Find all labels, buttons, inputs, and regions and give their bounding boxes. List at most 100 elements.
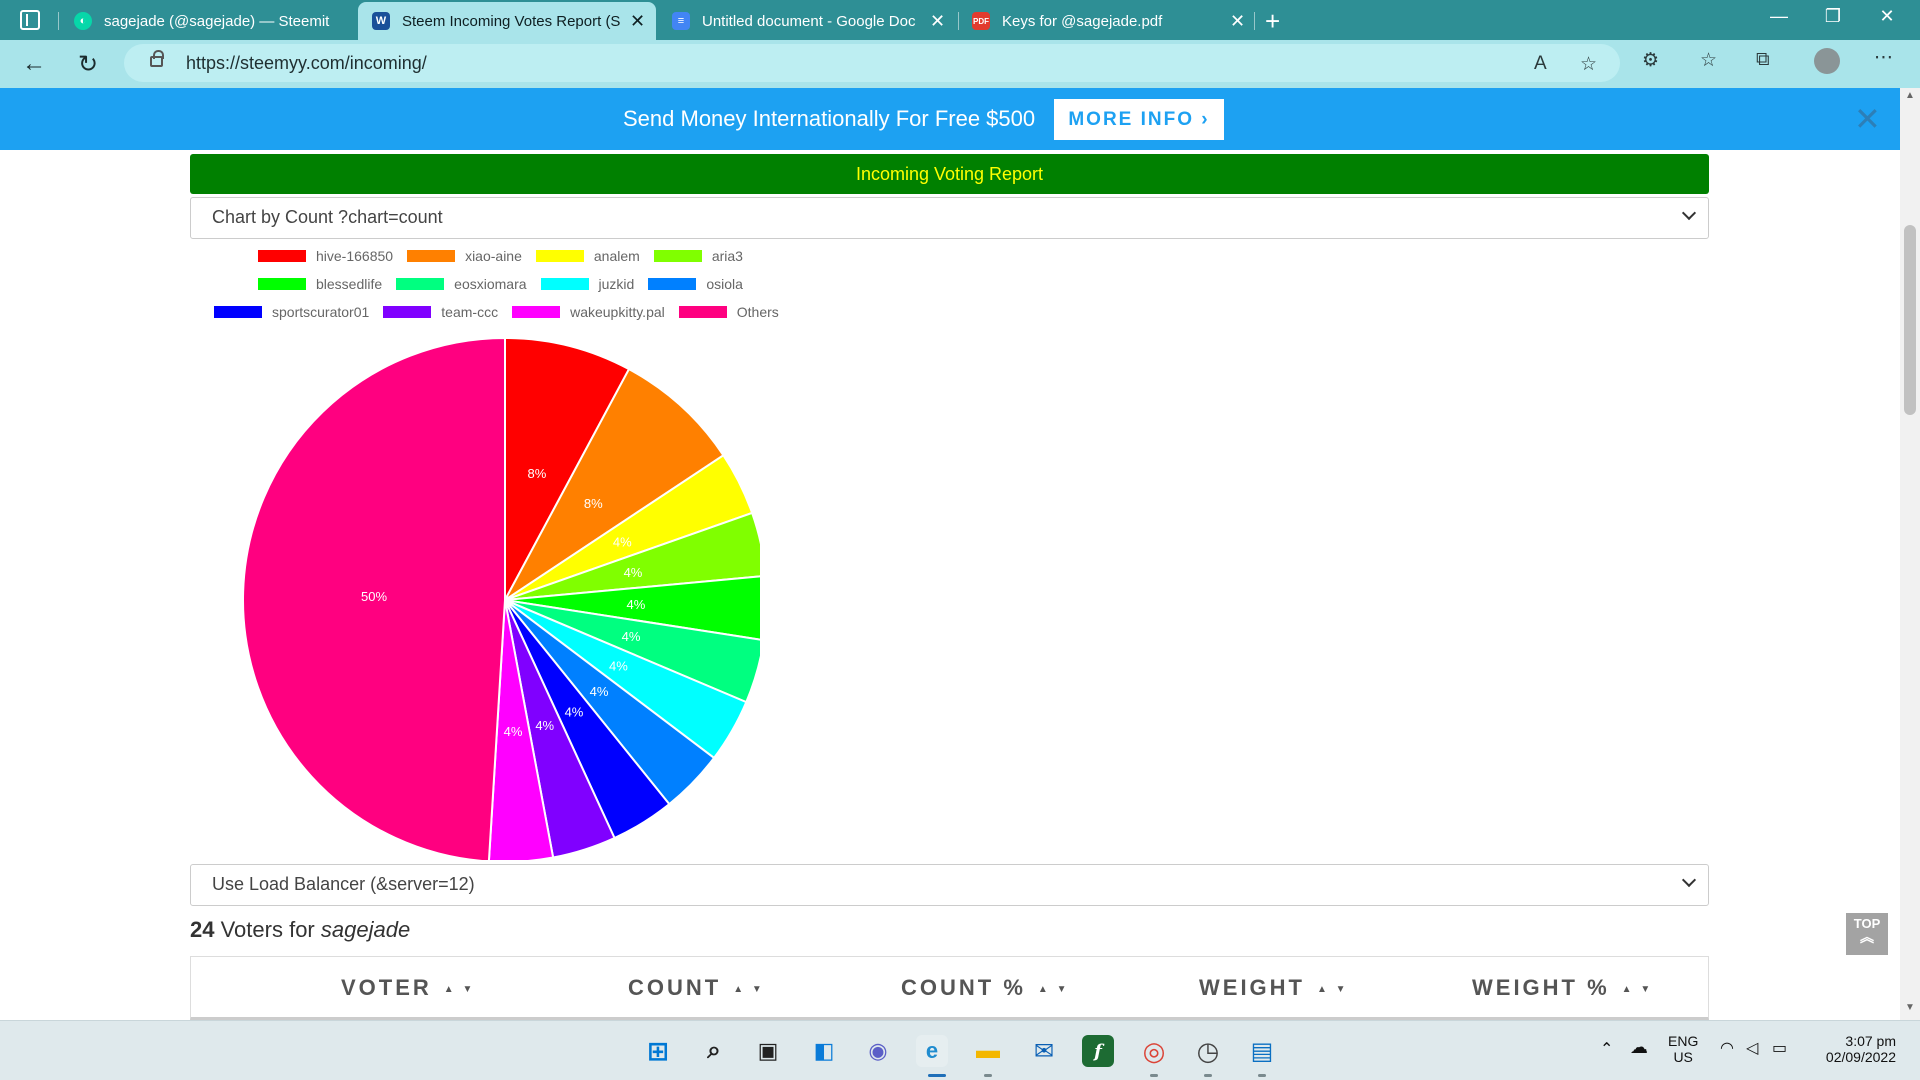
running-app-indicator — [1204, 1074, 1212, 1077]
column-count[interactable]: COUNT ▲ ▼ — [628, 975, 765, 1001]
running-app-indicator — [984, 1074, 992, 1077]
minimize-icon[interactable]: — — [1756, 6, 1802, 27]
legend-swatch[interactable] — [653, 250, 702, 262]
ad-close-icon[interactable]: ✕ — [1854, 100, 1881, 138]
tab-close-icon[interactable]: ✕ — [630, 11, 646, 32]
sort-arrows-icon[interactable]: ▲ ▼ — [1622, 984, 1654, 995]
legend-label[interactable]: blessedlife — [316, 276, 382, 292]
search-icon[interactable]: ⌕ — [698, 1035, 730, 1067]
chart-type-select[interactable]: Chart by Count ?chart=count — [190, 197, 1709, 239]
legend-label[interactable]: eosxiomara — [454, 276, 526, 292]
legend-swatch[interactable] — [258, 250, 306, 262]
onedrive-cloud-icon[interactable]: ☁ — [1630, 1037, 1648, 1058]
legend-swatch[interactable] — [512, 306, 561, 318]
legend-swatch[interactable] — [396, 278, 445, 290]
teams-chat-icon[interactable]: ◉ — [862, 1035, 894, 1067]
battery-icon[interactable]: ▭ — [1772, 1038, 1787, 1058]
more-options-icon[interactable]: ⋯ — [1874, 46, 1893, 69]
sort-arrows-icon[interactable]: ▲ ▼ — [733, 984, 765, 995]
column-voter[interactable]: VOTER ▲ ▼ — [341, 975, 475, 1001]
task-view-icon[interactable]: ▣ — [752, 1035, 784, 1067]
add-favorite-icon[interactable]: ☆ — [1580, 53, 1597, 76]
tab-steemit[interactable]: ◐ sagejade (@sagejade) — Steemit — [60, 2, 360, 40]
legend-label[interactable]: Others — [737, 304, 779, 320]
scrollbar-thumb[interactable] — [1904, 225, 1916, 415]
sort-arrows-icon[interactable]: ▲ ▼ — [444, 984, 476, 995]
volume-icon[interactable]: ◁ — [1746, 1038, 1758, 1058]
wifi-icon[interactable]: ◠ — [1720, 1038, 1734, 1058]
legend-label[interactable]: sportscurator01 — [272, 304, 369, 320]
clock-date: 02/09/2022 — [1825, 1049, 1896, 1065]
voters-table-header: VOTER ▲ ▼ COUNT ▲ ▼ COUNT % ▲ ▼ WEIGHT ▲ ▼ W… — [190, 956, 1709, 1020]
legend-label[interactable]: aria3 — [712, 248, 743, 264]
active-app-indicator — [928, 1074, 946, 1077]
mail-icon[interactable]: ✉ — [1028, 1035, 1060, 1067]
chart-type-select-value: Chart by Count ?chart=count — [212, 207, 443, 227]
tab-close-icon[interactable]: ✕ — [1230, 11, 1246, 32]
legend-label[interactable]: xiao-aine — [465, 248, 522, 264]
profile-avatar-icon[interactable] — [1814, 48, 1840, 74]
pie-slice-label: 4% — [622, 629, 641, 644]
ad-text: Send Money Internationally For Free $500 — [623, 106, 1036, 131]
refresh-icon[interactable]: ↻ — [78, 50, 98, 79]
clock[interactable]: 3:07 pm 02/09/2022 — [1820, 1033, 1896, 1065]
legend-swatch[interactable] — [258, 278, 306, 290]
language-indicator[interactable]: ENG US — [1668, 1033, 1698, 1065]
sort-arrows-icon[interactable]: ▲ ▼ — [1038, 984, 1070, 995]
voters-user: sagejade — [320, 917, 411, 942]
legend-row: sportscurator01 team-ccc wakeupkitty.pal Ot… — [214, 304, 793, 320]
new-tab-icon[interactable]: + — [1265, 6, 1280, 37]
tab-steem-incoming-votes[interactable]: W Steem Incoming Votes Report (S ✕ — [358, 2, 656, 40]
tab-close-icon[interactable]: ✕ — [930, 11, 946, 32]
column-count-percent[interactable]: COUNT % ▲ ▼ — [901, 975, 1069, 1001]
favorites-icon[interactable]: ☆ — [1700, 49, 1717, 72]
legend-swatch[interactable] — [648, 278, 697, 290]
extensions-icon[interactable]: ⚙ — [1642, 49, 1659, 72]
legend-label[interactable]: wakeupkitty.pal — [570, 304, 665, 320]
column-weight[interactable]: WEIGHT ▲ ▼ — [1199, 975, 1349, 1001]
notepad-icon[interactable]: ▤ — [1246, 1035, 1278, 1067]
legend-swatch[interactable] — [535, 250, 584, 262]
sort-arrows-icon[interactable]: ▲ ▼ — [1317, 984, 1349, 995]
pdf-favicon-icon: PDF — [972, 12, 990, 30]
legend-swatch[interactable] — [540, 278, 589, 290]
legend-label[interactable]: juzkid — [599, 276, 635, 292]
tab-actions-icon[interactable] — [20, 10, 40, 30]
scroll-to-top-button[interactable]: TOP ︽ — [1846, 913, 1888, 955]
edge-browser-icon[interactable]: e — [916, 1035, 948, 1067]
chevron-down-icon — [1681, 205, 1697, 221]
chrome-icon[interactable]: ◎ — [1138, 1035, 1170, 1067]
legend-label[interactable]: team-ccc — [441, 304, 498, 320]
more-info-button[interactable]: MORE INFO › — [1054, 99, 1224, 140]
server-select-value: Use Load Balancer (&server=12) — [212, 874, 475, 894]
legend-swatch[interactable] — [214, 306, 262, 318]
back-arrow-icon[interactable]: ← — [22, 50, 46, 78]
scroll-up-icon[interactable]: ▲ — [1905, 90, 1915, 101]
page-scrollbar[interactable]: ▲ ▼ — [1900, 88, 1920, 1020]
legend-label[interactable]: analem — [594, 248, 640, 264]
column-weight-percent[interactable]: WEIGHT % ▲ ▼ — [1472, 975, 1653, 1001]
scroll-down-icon[interactable]: ▼ — [1905, 1002, 1915, 1013]
restore-icon[interactable]: ❐ — [1810, 6, 1856, 27]
legend-swatch[interactable] — [678, 306, 727, 318]
tab-pdf-keys[interactable]: PDF Keys for @sagejade.pdf ✕ — [958, 2, 1256, 40]
legend-label[interactable]: hive-166850 — [316, 248, 393, 264]
url-field[interactable]: https://steemyy.com/incoming/ A ☆ — [124, 44, 1620, 82]
collections-icon[interactable]: ⧉ — [1756, 49, 1770, 71]
url-text[interactable]: https://steemyy.com/incoming/ — [186, 53, 427, 74]
server-select[interactable]: Use Load Balancer (&server=12) — [190, 864, 1709, 906]
chevron-up-icon[interactable]: ⌃ — [1600, 1039, 1613, 1059]
read-aloud-icon[interactable]: A — [1534, 53, 1547, 75]
legend-swatch[interactable] — [407, 250, 456, 262]
clock-app-icon[interactable]: ◷ — [1192, 1035, 1224, 1067]
legend-label[interactable]: osiola — [706, 276, 743, 292]
file-explorer-icon[interactable]: ▬ — [972, 1035, 1004, 1067]
pie-slice-label: 4% — [624, 565, 643, 580]
close-window-icon[interactable]: ✕ — [1864, 6, 1910, 27]
formula-app-icon[interactable]: f — [1082, 1035, 1114, 1067]
tab-google-docs[interactable]: ≡ Untitled document - Google Doc ✕ — [658, 2, 956, 40]
widgets-icon[interactable]: ◧ — [808, 1035, 840, 1067]
legend-swatch[interactable] — [383, 306, 432, 318]
windows-start-icon[interactable]: ⊞ — [642, 1035, 674, 1067]
pie-chart: 8%8%4%4%4%4%4%4%4%4%4%50% — [242, 336, 760, 860]
